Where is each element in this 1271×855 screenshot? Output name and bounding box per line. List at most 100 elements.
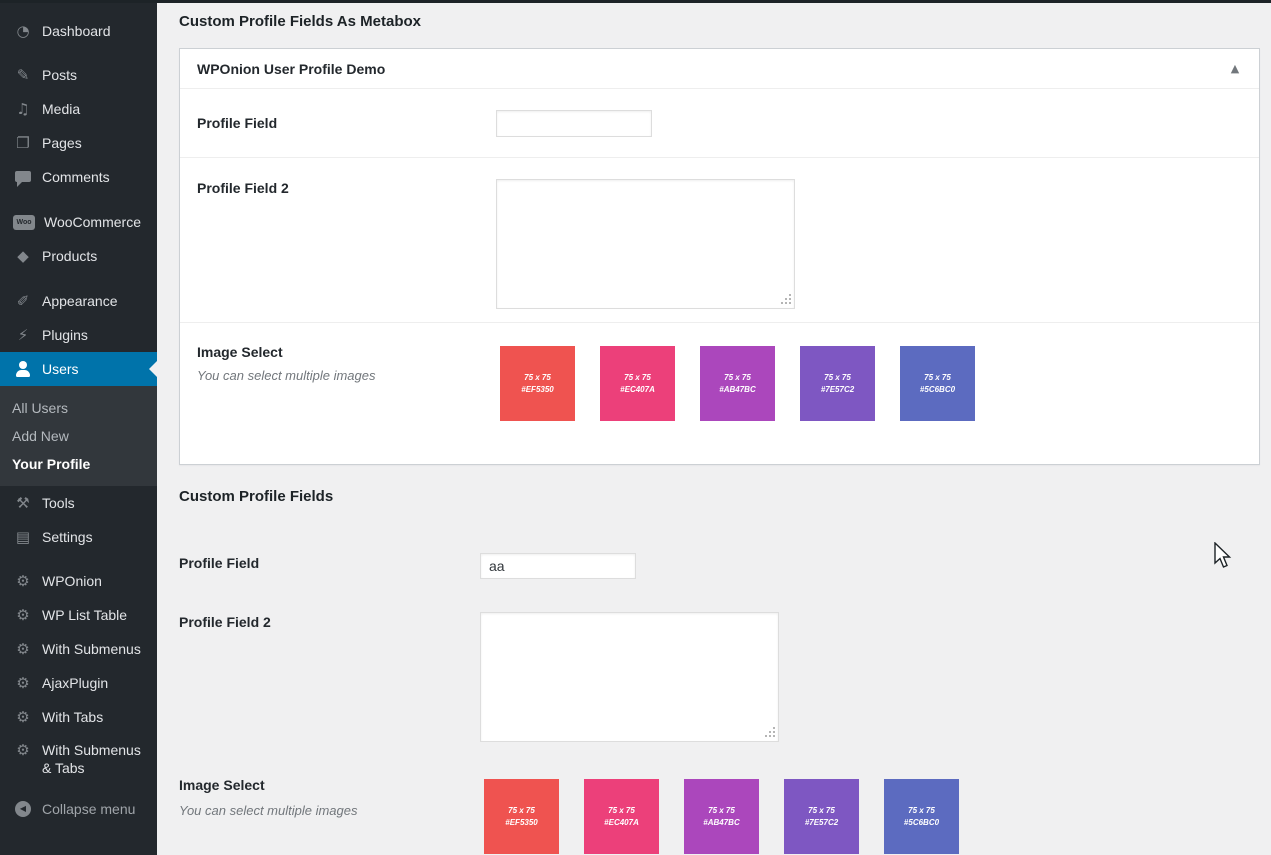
metabox-collapse-icon[interactable]: ▲	[1223, 62, 1247, 75]
image-hex-text: #AB47BC	[703, 817, 740, 827]
sidebar-item-wponion[interactable]: ⚙ WPOnion	[0, 564, 157, 598]
sidebar-item-label: Settings	[42, 529, 93, 545]
sidebar-item-label: AjaxPlugin	[42, 675, 109, 691]
image-select-description: You can select multiple images	[179, 803, 358, 818]
sidebar-item-label: WPOnion	[42, 573, 102, 589]
image-option[interactable]: 75 x 75 #EC407A	[600, 346, 675, 421]
image-option[interactable]: 75 x 75 #EF5350	[500, 346, 575, 421]
image-option[interactable]: 75 x 75 #7E57C2	[800, 346, 875, 421]
sidebar-item-media[interactable]: ♫ Media	[0, 92, 157, 126]
image-hex-text: #5C6BC0	[903, 817, 940, 827]
sidebar-item-label: Pages	[42, 135, 82, 151]
image-option[interactable]: 75 x 75 #AB47BC	[700, 346, 775, 421]
sidebar-item-with-tabs[interactable]: ⚙ With Tabs	[0, 700, 157, 734]
sidebar-item-label: Plugins	[42, 327, 88, 343]
submenu-item-add-new[interactable]: Add New	[0, 422, 157, 450]
wponion-metabox: WPOnion User Profile Demo ▲ Profile Fiel…	[179, 48, 1260, 465]
product-box-icon: ◆	[17, 246, 29, 265]
sidebar-item-label: Appearance	[42, 293, 118, 309]
sidebar-item-comments[interactable]: Comments	[0, 160, 157, 194]
resize-grip-icon[interactable]	[773, 735, 775, 737]
image-option[interactable]: 75 x 75 #5C6BC0	[900, 346, 975, 421]
sidebar-item-with-submenus-tabs[interactable]: ⚙ With Submenus & Tabs	[0, 734, 157, 786]
sidebar-item-label: With Tabs	[42, 709, 104, 725]
image-option[interactable]: 75 x 75 #EC407A	[584, 779, 659, 854]
sidebar-item-label: With Submenus & Tabs	[42, 742, 141, 777]
profile-field-2-textarea[interactable]	[496, 179, 795, 309]
metabox-row-image-select: Image Select You can select multiple ima…	[180, 323, 1259, 464]
users-submenu: All Users Add New Your Profile	[0, 386, 157, 486]
image-option[interactable]: 75 x 75 #EF5350	[484, 779, 559, 854]
sidebar-item-plugins[interactable]: ⚡ Plugins	[0, 318, 157, 352]
profile-field-2-textarea[interactable]	[480, 612, 779, 742]
image-hex-text: #EF5350	[521, 384, 554, 394]
image-size-text: 75 x 75	[524, 372, 551, 382]
profile-field-input[interactable]	[496, 109, 652, 137]
sidebar-item-ajaxplugin[interactable]: ⚙ AjaxPlugin	[0, 666, 157, 700]
gear-icon: ⚙	[16, 707, 30, 726]
media-icon: ♫	[16, 99, 30, 118]
sidebar-item-label: Products	[42, 248, 98, 264]
gear-icon: ⚙	[16, 605, 30, 624]
image-option[interactable]: 75 x 75 #5C6BC0	[884, 779, 959, 854]
sidebar-item-label: Dashboard	[42, 23, 111, 39]
image-hex-text: #7E57C2	[804, 817, 839, 827]
metabox-row-profile-field: Profile Field	[180, 89, 1259, 158]
user-person-icon	[13, 361, 33, 377]
image-size-text: 75 x 75	[624, 372, 651, 382]
submenu-item-all-users[interactable]: All Users	[0, 394, 157, 422]
image-size-text: 75 x 75	[608, 805, 635, 815]
sidebar-item-label: Users	[42, 361, 79, 377]
submenu-item-your-profile[interactable]: Your Profile	[0, 450, 157, 478]
gear-icon: ⚙	[16, 741, 30, 759]
profile-field-2-label: Profile Field 2	[179, 614, 271, 630]
profile-field-2-label: Profile Field 2	[197, 180, 289, 196]
sidebar-item-with-submenus[interactable]: ⚙ With Submenus	[0, 632, 157, 666]
sidebar-item-tools[interactable]: ⚒ Tools	[0, 486, 157, 520]
sidebar-item-dashboard[interactable]: ◔ Dashboard	[0, 14, 157, 48]
image-hex-text: #AB47BC	[719, 384, 756, 394]
sidebar-item-posts[interactable]: ✎ Posts	[0, 58, 157, 92]
collapse-menu-button[interactable]: ◀ Collapse menu	[0, 792, 157, 826]
profile-field-label: Profile Field	[179, 555, 260, 571]
image-select-label: Image Select	[179, 777, 265, 793]
resize-grip-icon[interactable]	[789, 302, 791, 304]
collapse-arrow-icon: ◀	[15, 801, 31, 817]
image-hex-text: #5C6BC0	[919, 384, 956, 394]
sidebar-item-users[interactable]: Users	[0, 352, 157, 386]
image-size-text: 75 x 75	[724, 372, 751, 382]
profile-field-input[interactable]	[480, 553, 636, 579]
comment-bubble-icon	[13, 170, 33, 187]
image-option[interactable]: 75 x 75 #7E57C2	[784, 779, 859, 854]
metabox-section-heading: Custom Profile Fields As Metabox	[179, 13, 421, 30]
wrench-icon: ⚒	[16, 493, 30, 512]
image-select-label: Image Select	[197, 344, 283, 360]
image-size-text: 75 x 75	[908, 805, 935, 815]
image-size-text: 75 x 75	[808, 805, 835, 815]
image-select-options: 75 x 75 #EF5350 75 x 75 #EC407A 75 x 75 …	[484, 779, 984, 854]
profile-field-label: Profile Field	[197, 115, 278, 131]
sidebar-item-label: Posts	[42, 67, 78, 83]
image-option[interactable]: 75 x 75 #AB47BC	[684, 779, 759, 854]
sidebar-item-wp-list-table[interactable]: ⚙ WP List Table	[0, 598, 157, 632]
image-size-text: 75 x 75	[508, 805, 535, 815]
sidebar-item-label: Collapse menu	[42, 801, 136, 817]
pin-icon: ✎	[16, 65, 30, 84]
image-select-description: You can select multiple images	[197, 368, 376, 383]
dashboard-icon: ◔	[16, 21, 30, 40]
wordpress-admin-page: ◔ Dashboard ✎ Posts ♫ Media ❐ Pages Comm…	[0, 0, 1271, 855]
image-size-text: 75 x 75	[924, 372, 951, 382]
image-hex-text: #7E57C2	[820, 384, 855, 394]
sidebar-item-woocommerce[interactable]: Woo WooCommerce	[0, 205, 157, 239]
admin-sidebar: ◔ Dashboard ✎ Posts ♫ Media ❐ Pages Comm…	[0, 0, 157, 855]
image-hex-text: #EC407A	[604, 817, 639, 827]
brush-icon: ✐	[16, 291, 30, 310]
sidebar-item-label: WP List Table	[42, 607, 128, 623]
sidebar-item-appearance[interactable]: ✐ Appearance	[0, 284, 157, 318]
main-content: Custom Profile Fields As Metabox WPOnion…	[157, 0, 1271, 855]
sidebar-item-pages[interactable]: ❐ Pages	[0, 126, 157, 160]
pages-icon: ❐	[16, 133, 30, 152]
sidebar-item-settings[interactable]: ▤ Settings	[0, 520, 157, 554]
sidebar-item-products[interactable]: ◆ Products	[0, 239, 157, 273]
metabox-header[interactable]: WPOnion User Profile Demo ▲	[180, 49, 1259, 89]
